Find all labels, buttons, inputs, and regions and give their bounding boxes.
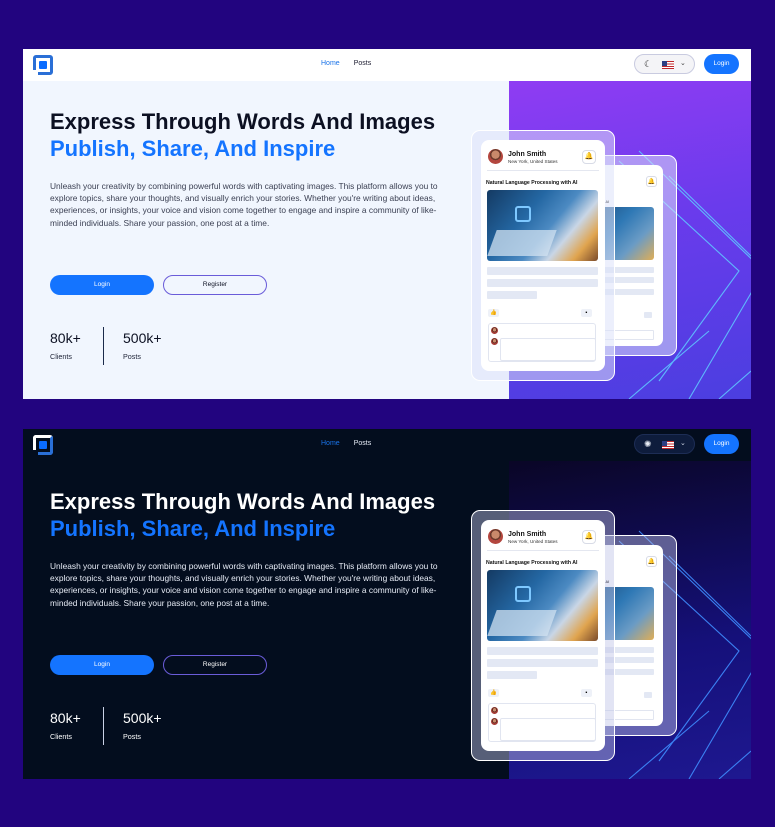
avatar — [491, 707, 498, 714]
settings-pill: ☾ ⌄ — [634, 54, 695, 74]
post-image — [487, 570, 598, 641]
sun-icon[interactable]: ✺ — [644, 439, 652, 450]
nav-posts-link[interactable]: Posts — [354, 440, 372, 447]
hero-title: Express Through Words And Images — [50, 109, 436, 134]
nav-login-button[interactable]: Login — [704, 54, 739, 74]
stat-posts-value: 500k+ — [123, 710, 162, 726]
like-icon[interactable]: 👍 — [488, 309, 499, 317]
stat-posts-label: Posts — [123, 352, 141, 361]
bell-icon[interactable]: 🔔 — [582, 150, 596, 164]
register-button[interactable]: Register — [163, 275, 267, 295]
nav-home-link[interactable]: Home — [321, 60, 340, 67]
nav-home-link[interactable]: Home — [321, 440, 340, 447]
stat-divider — [103, 327, 104, 365]
user-location: New York, United States — [508, 159, 558, 164]
user-location: New York, United States — [508, 539, 558, 544]
stat-divider — [103, 707, 104, 745]
light-theme-preview: Home Posts ☾ ⌄ Login Express Through Wor… — [23, 49, 751, 399]
logo-icon[interactable] — [30, 435, 53, 458]
hero-subtitle: Publish, Share, And Inspire — [50, 136, 336, 161]
user-name: John Smith — [508, 531, 547, 538]
hero-title: Express Through Words And Images — [50, 489, 436, 514]
like-icon[interactable]: 👍 — [488, 689, 499, 697]
post-title: Natural Language Processing with AI — [486, 560, 578, 566]
stat-clients-label: Clients — [50, 732, 72, 741]
user-name: John Smith — [508, 151, 547, 158]
bell-icon: 🔔 — [646, 176, 657, 187]
login-button[interactable]: Login — [50, 275, 154, 295]
hero-description: Unleash your creativity by combining pow… — [50, 181, 438, 228]
hero-description: Unleash your creativity by combining pow… — [50, 561, 438, 608]
moon-icon[interactable]: ☾ — [644, 59, 652, 70]
avatar — [488, 149, 503, 164]
register-button[interactable]: Register — [163, 655, 267, 675]
post-card: John Smith New York, United States 🔔 Nat… — [481, 140, 605, 371]
stat-clients-value: 80k+ — [50, 710, 81, 726]
hero-subtitle: Publish, Share, And Inspire — [50, 516, 336, 541]
navbar: Home Posts ✺ ⌄ Login — [23, 429, 751, 461]
nav-login-button[interactable]: Login — [704, 434, 739, 454]
avatar — [491, 327, 498, 334]
stat-posts-label: Posts — [123, 732, 141, 741]
post-card: John Smith New York, United States 🔔 Nat… — [481, 520, 605, 751]
settings-pill: ✺ ⌄ — [634, 434, 695, 454]
dark-theme-preview: Home Posts ✺ ⌄ Login Express Through Wor… — [23, 429, 751, 779]
nav-links: Home Posts — [321, 440, 371, 447]
login-button[interactable]: Login — [50, 655, 154, 675]
navbar: Home Posts ☾ ⌄ Login — [23, 49, 751, 81]
logo-icon[interactable] — [30, 55, 53, 78]
comment-icon[interactable]: ▪ — [581, 689, 592, 697]
us-flag-icon[interactable] — [662, 441, 674, 449]
post-title: Natural Language Processing with AI — [486, 180, 578, 186]
stat-posts-value: 500k+ — [123, 330, 162, 346]
avatar — [488, 529, 503, 544]
chevron-down-icon[interactable]: ⌄ — [680, 59, 686, 67]
stat-clients-value: 80k+ — [50, 330, 81, 346]
nav-links: Home Posts — [321, 60, 371, 67]
bell-icon: 🔔 — [646, 556, 657, 567]
nav-posts-link[interactable]: Posts — [354, 60, 372, 67]
avatar — [491, 338, 498, 345]
comment-icon[interactable]: ▪ — [581, 309, 592, 317]
chevron-down-icon[interactable]: ⌄ — [680, 439, 686, 447]
stat-clients-label: Clients — [50, 352, 72, 361]
post-image — [487, 190, 598, 261]
avatar — [491, 718, 498, 725]
us-flag-icon[interactable] — [662, 61, 674, 69]
bell-icon[interactable]: 🔔 — [582, 530, 596, 544]
